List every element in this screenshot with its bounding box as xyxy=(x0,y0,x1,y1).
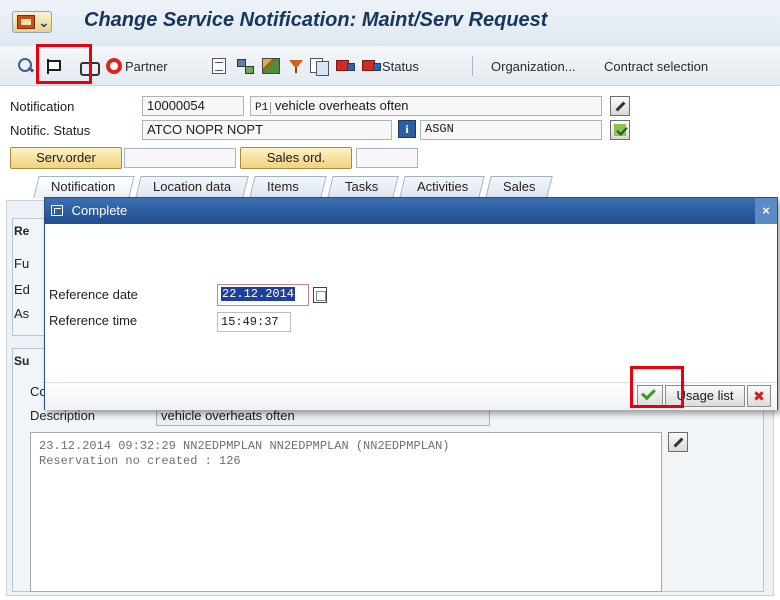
tab-location-label: Location data xyxy=(153,179,232,194)
system-menu-button[interactable]: ⌄ xyxy=(12,11,52,33)
sales-order-field[interactable] xyxy=(356,148,418,168)
reference-date-value: 22.12.2014 xyxy=(221,287,296,301)
window-title: Change Service Notification: Maint/Serv … xyxy=(84,9,548,31)
network-icon xyxy=(236,58,254,74)
dialog-title: Complete xyxy=(71,203,128,218)
close-icon[interactable]: × xyxy=(755,198,777,224)
tab-sales-label: Sales xyxy=(503,179,536,194)
long-text-line-1: 23.12.2014 09:32:29 NN2EDPMPLAN NN2EDPMP… xyxy=(39,439,450,453)
serv-order-field[interactable] xyxy=(124,148,236,168)
tab-tasks-label: Tasks xyxy=(345,179,379,194)
tab-sales[interactable]: Sales xyxy=(485,176,553,198)
reference-time-field[interactable]: 15:49:37 xyxy=(217,312,291,332)
tab-tasks[interactable]: Tasks xyxy=(327,176,399,198)
tab-location-data[interactable]: Location data xyxy=(135,176,249,198)
status-check-icon[interactable] xyxy=(610,120,630,140)
background-field-label-1: Fu xyxy=(14,256,30,271)
documents-icon xyxy=(310,58,329,76)
truck-button[interactable] xyxy=(336,54,355,78)
subject-frame-title: Su xyxy=(14,354,30,368)
funnel-button[interactable] xyxy=(288,54,304,78)
tab-notification[interactable]: Notification xyxy=(33,176,135,198)
partner-label: Partner xyxy=(125,58,168,74)
stack-icon xyxy=(262,58,280,74)
reference-frame-title: Re xyxy=(14,224,30,238)
status-button[interactable]: Status xyxy=(362,54,419,78)
dialog-title-bar: Complete xyxy=(45,198,777,224)
sales-order-button[interactable]: Sales ord. xyxy=(240,147,352,169)
info-icon[interactable]: i xyxy=(398,120,416,138)
long-text-line-2: Reservation no created : 126 xyxy=(39,454,241,468)
menu-dropdown-icon: ⌄ xyxy=(38,14,50,30)
reference-date-label: Reference date xyxy=(49,287,138,302)
document-button[interactable] xyxy=(212,54,226,78)
toolbar-separator xyxy=(472,56,473,76)
title-bar: ⌄ Change Service Notification: Maint/Ser… xyxy=(0,0,780,46)
highlight-confirm-button xyxy=(630,366,684,408)
cancel-button[interactable]: ✖ xyxy=(747,385,771,407)
notification-number-field[interactable]: 10000054 xyxy=(142,96,244,116)
tab-activities[interactable]: Activities xyxy=(399,176,485,198)
cancel-icon: ✖ xyxy=(753,388,765,404)
long-text-edit-icon[interactable] xyxy=(610,96,630,116)
background-field-label-3: As xyxy=(14,306,30,321)
description-value: vehicle overheats often xyxy=(274,98,409,113)
highlight-complete-button xyxy=(36,44,92,84)
tab-items-label: Items xyxy=(267,179,299,194)
organization-button[interactable]: Organization... xyxy=(491,54,576,78)
background-field-label-2: Ed xyxy=(14,282,30,297)
notification-status-label: Notific. Status xyxy=(10,123,91,138)
truck-status-icon xyxy=(362,59,381,73)
sap-menu-icon xyxy=(17,15,35,29)
priority-value: P1 xyxy=(255,102,272,114)
partner-button[interactable]: Partner xyxy=(106,54,168,78)
notification-label: Notification xyxy=(10,99,75,114)
tab-items[interactable]: Items xyxy=(249,176,327,198)
reference-date-field[interactable]: 22.12.2014 xyxy=(217,284,309,306)
reference-time-label: Reference time xyxy=(49,313,138,328)
dialog-body: Reference date 22.12.2014 Reference time… xyxy=(45,224,777,384)
truck-icon xyxy=(336,59,355,73)
document-icon xyxy=(212,58,226,74)
tab-activities-label: Activities xyxy=(417,179,469,194)
find-button[interactable] xyxy=(18,54,34,78)
system-status-field: ATCO NOPR NOPT xyxy=(142,120,392,140)
tab-notification-label: Notification xyxy=(51,179,116,194)
status-label: Status xyxy=(382,58,419,74)
user-status-field: ASGN xyxy=(420,120,602,140)
funnel-icon xyxy=(288,58,304,74)
long-text-edit-icon-2[interactable] xyxy=(668,432,688,452)
calendar-icon[interactable] xyxy=(313,287,327,303)
stack-button[interactable] xyxy=(262,54,280,78)
description-label: Description xyxy=(30,408,96,423)
partner-icon xyxy=(106,58,122,74)
long-text-area[interactable]: 23.12.2014 09:32:29 NN2EDPMPLAN NN2EDPMP… xyxy=(30,432,662,592)
contract-selection-button[interactable]: Contract selection xyxy=(604,54,708,78)
network-button[interactable] xyxy=(236,54,254,78)
find-icon xyxy=(18,58,34,74)
documents-button[interactable] xyxy=(310,54,329,78)
application-toolbar: Partner Status Organization... Contract … xyxy=(0,46,780,86)
notification-description-field[interactable]: P1 vehicle overheats often xyxy=(250,96,602,116)
serv-order-button[interactable]: Serv.order xyxy=(10,147,122,169)
dialog-window-icon xyxy=(51,205,63,216)
